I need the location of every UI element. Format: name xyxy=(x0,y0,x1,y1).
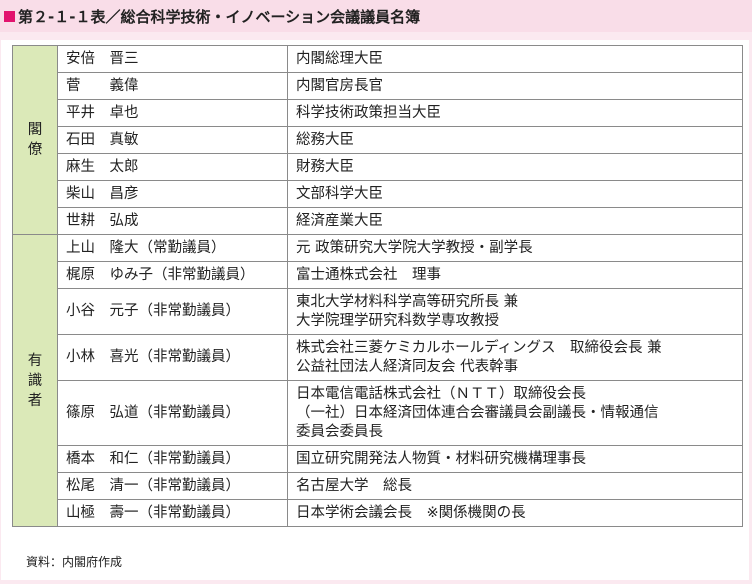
table-frame: 閣僚 安倍 晋三 内閣総理大臣 菅 義偉 内閣官房長官 平井 卓也 科学技術政策… xyxy=(0,32,752,584)
member-name: 安倍 晋三 xyxy=(57,45,288,73)
member-name: 平井 卓也 xyxy=(57,99,288,127)
member-title: 科学技術政策担当大臣 xyxy=(287,99,743,127)
member-name: 小谷 元子（非常勤議員） xyxy=(57,288,288,335)
member-title: 内閣官房長官 xyxy=(287,72,743,100)
table-row: 有識者 上山 隆大（常勤議員） 元 政策研究大学院大学教授・副学長 xyxy=(12,234,743,527)
table-panel: 閣僚 安倍 晋三 内閣総理大臣 菅 義偉 内閣官房長官 平井 卓也 科学技術政策… xyxy=(1,40,749,580)
group-label-experts: 有識者 xyxy=(12,234,58,527)
member-title: 名古屋大学 総長 xyxy=(287,472,743,500)
member-title: 東北大学材料科学高等研究所長 兼 大学院理学研究科数学専攻教授 xyxy=(287,288,743,335)
member-name: 小林 喜光（非常勤議員） xyxy=(57,334,288,381)
table-row: 閣僚 安倍 晋三 内閣総理大臣 xyxy=(12,45,743,235)
member-name: 山極 壽一（非常勤議員） xyxy=(57,499,288,527)
table-row: 麻生 太郎 財務大臣 xyxy=(13,153,743,181)
table-title: 第２-１-１表／総合科学技術・イノベーション会議議員名簿 xyxy=(18,7,421,26)
member-name: 柴山 昌彦 xyxy=(57,180,288,208)
table-row: 世耕 弘成 経済産業大臣 xyxy=(13,207,743,235)
member-name: 麻生 太郎 xyxy=(57,153,288,181)
member-table: 閣僚 安倍 晋三 内閣総理大臣 菅 義偉 内閣官房長官 平井 卓也 科学技術政策… xyxy=(12,45,743,527)
table-row: 小林 喜光（非常勤議員） 株式会社三菱ケミカルホールディングス 取締役会長 兼 … xyxy=(13,334,743,381)
member-title: 日本電信電話株式会社（ＮＴＴ）取締役会長 （一社）日本経済団体連合会審議員会副議… xyxy=(287,380,743,446)
source-note: 資料：内閣府作成 xyxy=(26,555,123,569)
table-row: 小谷 元子（非常勤議員） 東北大学材料科学高等研究所長 兼 大学院理学研究科数学… xyxy=(13,288,743,335)
table-caption: 第２-１-１表／総合科学技術・イノベーション会議議員名簿 xyxy=(0,0,752,32)
member-name: 菅 義偉 xyxy=(57,72,288,100)
table-row: 平井 卓也 科学技術政策担当大臣 xyxy=(13,99,743,127)
caption-marker-icon xyxy=(4,10,15,22)
table-row: 松尾 清一（非常勤議員） 名古屋大学 総長 xyxy=(13,472,743,500)
member-name: 篠原 弘道（非常勤議員） xyxy=(57,380,288,446)
table-row: 橋本 和仁（非常勤議員） 国立研究開発法人物質・材料研究機構理事長 xyxy=(13,445,743,473)
group-label-cabinet: 閣僚 xyxy=(12,45,58,235)
table-row: 梶原 ゆみ子（非常勤議員） 富士通株式会社 理事 xyxy=(13,261,743,289)
table-row: 柴山 昌彦 文部科学大臣 xyxy=(13,180,743,208)
member-title: 国立研究開発法人物質・材料研究機構理事長 xyxy=(287,445,743,473)
member-name: 松尾 清一（非常勤議員） xyxy=(57,472,288,500)
member-title: 文部科学大臣 xyxy=(287,180,743,208)
table-row: 菅 義偉 内閣官房長官 xyxy=(13,72,743,100)
member-name: 世耕 弘成 xyxy=(57,207,288,235)
table-row: 山極 壽一（非常勤議員） 日本学術会議会長 ※関係機関の長 xyxy=(13,499,743,527)
member-title: 財務大臣 xyxy=(287,153,743,181)
member-name: 梶原 ゆみ子（非常勤議員） xyxy=(57,261,288,289)
member-title: 元 政策研究大学院大学教授・副学長 xyxy=(287,234,743,262)
table-row: 石田 真敏 総務大臣 xyxy=(13,126,743,154)
member-name: 石田 真敏 xyxy=(57,126,288,154)
member-title: 総務大臣 xyxy=(287,126,743,154)
table-row: 篠原 弘道（非常勤議員） 日本電信電話株式会社（ＮＴＴ）取締役会長 （一社）日本… xyxy=(13,380,743,446)
member-title: 株式会社三菱ケミカルホールディングス 取締役会長 兼 公益社団法人経済同友会 代… xyxy=(287,334,743,381)
member-name: 上山 隆大（常勤議員） xyxy=(57,234,288,262)
member-title: 日本学術会議会長 ※関係機関の長 xyxy=(287,499,743,527)
member-title: 経済産業大臣 xyxy=(287,207,743,235)
member-title: 内閣総理大臣 xyxy=(287,45,743,73)
member-name: 橋本 和仁（非常勤議員） xyxy=(57,445,288,473)
member-title: 富士通株式会社 理事 xyxy=(287,261,743,289)
